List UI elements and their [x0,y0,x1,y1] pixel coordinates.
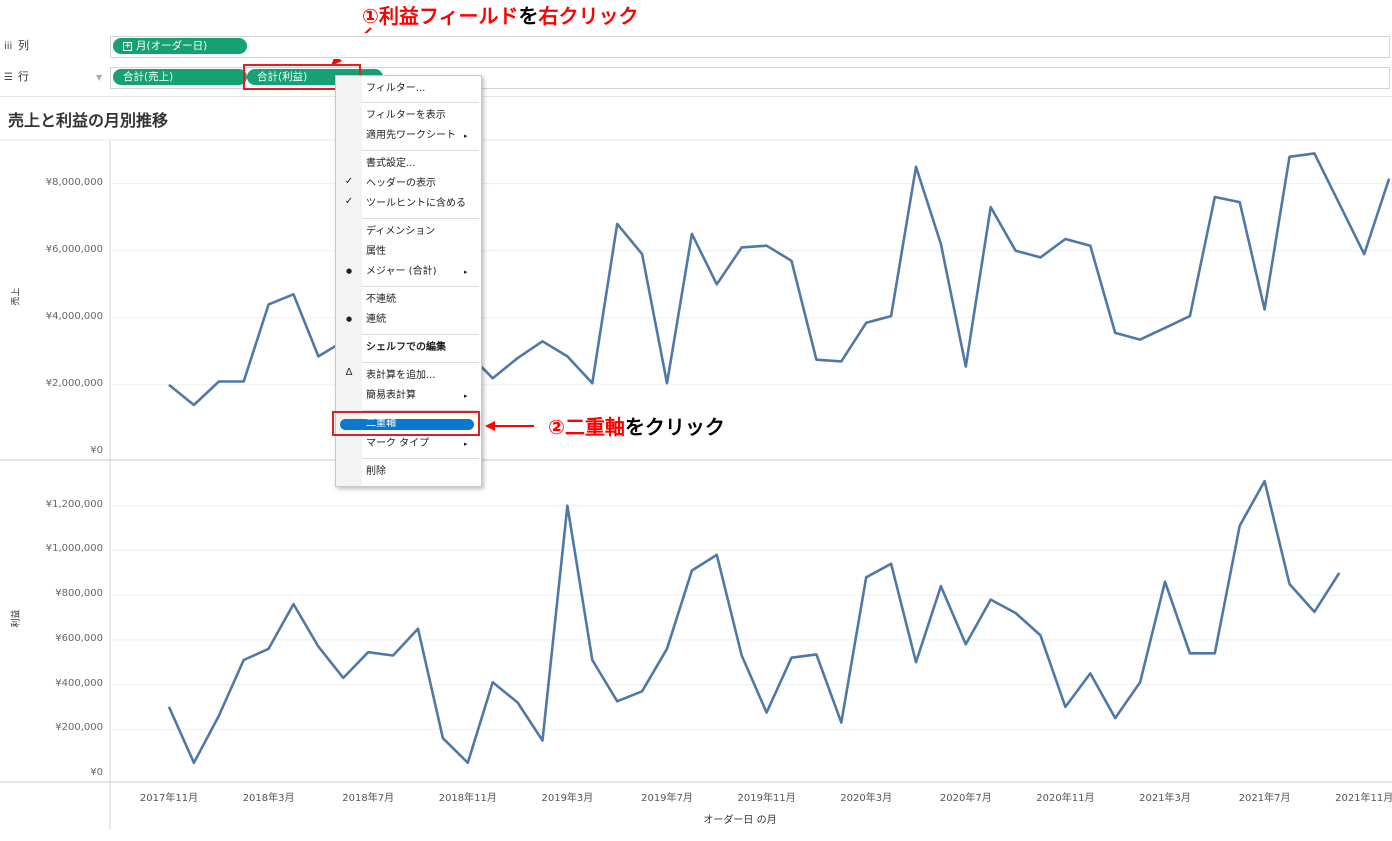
x-tick-label: 2018年11月 [438,793,497,804]
y-tick-label: ¥200,000 [55,722,103,734]
menu-separator [362,150,479,151]
series-line-1 [167,479,1341,765]
menu-item-show-filter[interactable]: フィルターを表示 [366,107,446,125]
menu-separator [362,218,479,219]
menu-item-edit-in-shelf[interactable]: シェルフでの編集 [366,339,446,357]
annotation-step2: ②二重軸をクリック [548,411,725,440]
x-tick-label: 2021年3月 [1139,793,1191,804]
menu-item-add-table-calc[interactable]: 表計算を追加... [366,367,436,385]
highlight-box-dual-axis [332,411,480,436]
submenu-arrow-icon: ▸ [464,268,468,276]
y-tick-label: ¥4,000,000 [45,310,103,322]
y-tick-label: ¥8,000,000 [45,176,103,188]
y-tick-label: ¥2,000,000 [45,377,103,389]
delta-icon: Δ [345,367,353,378]
y-tick-label: ¥1,000,000 [45,543,103,555]
x-tick-label: 2021年11月 [1335,793,1392,804]
menu-separator [362,334,479,335]
y-axis-title: 売上 [11,287,22,306]
x-tick-label: 2018年3月 [242,793,295,804]
menu-item-delete[interactable]: 削除 [366,463,386,481]
menu-separator [362,458,479,459]
x-axis-title: オーダー日 の月 [703,815,777,826]
check-icon: ✓ [344,196,354,207]
menu-item-discrete[interactable]: 不連続 [366,291,396,309]
y-tick-label: ¥800,000 [55,588,103,600]
x-tick-label: 2017年11月 [139,793,199,804]
y-tick-label: ¥600,000 [55,632,103,644]
x-tick-label: 2020年7月 [939,793,992,804]
bullet-icon: ● [345,267,353,275]
x-tick-label: 2020年3月 [840,793,893,804]
menu-item-attribute[interactable]: 属性 [366,243,386,261]
y-tick-label: ¥6,000,000 [45,243,103,255]
menu-separator [362,286,479,287]
x-tick-label: 2019年7月 [641,793,693,804]
menu-item-mark-type[interactable]: マーク タイプ [366,435,429,453]
y-tick-label: ¥0 [90,767,103,778]
annotation-step2-rest: をクリック [624,415,725,439]
y-axis-title: 利益 [11,608,22,628]
menu-item-continuous[interactable]: 連続 [366,311,386,329]
x-tick-label: 2019年11月 [737,793,796,804]
bullet-icon: ● [345,315,353,323]
y-tick-label: ¥0 [90,445,103,456]
annotation-step2-num: ② [548,415,565,439]
menu-item-filter[interactable]: フィルター... [366,80,425,98]
menu-item-quick-table-calc[interactable]: 簡易表計算 [366,387,416,405]
menu-item-dimension[interactable]: ディメンション [366,223,435,241]
menu-item-format[interactable]: 書式設定... [366,155,416,173]
check-icon: ✓ [344,176,354,187]
menu-item-apply-to-worksheets[interactable]: 適用先ワークシート [366,127,456,145]
submenu-arrow-icon: ▸ [464,132,468,140]
x-tick-label: 2020年11月 [1036,793,1095,804]
submenu-arrow-icon: ▸ [464,392,468,400]
menu-item-measure-sum[interactable]: メジャー (合計) [366,263,436,281]
x-tick-label: 2021年7月 [1238,793,1291,804]
menu-item-include-in-tooltip[interactable]: ツールヒントに含める [366,195,466,213]
menu-separator [362,102,479,103]
x-tick-label: 2018年7月 [342,793,395,804]
menu-item-show-header[interactable]: ヘッダーの表示 [366,175,436,193]
annotation-step2-red: 二重軸 [564,415,625,439]
y-tick-label: ¥1,200,000 [45,498,103,510]
y-tick-label: ¥400,000 [55,677,103,689]
menu-separator [362,362,479,363]
annotation-arrow-2 [485,421,534,431]
submenu-arrow-icon: ▸ [464,440,468,448]
x-tick-label: 2019年3月 [541,793,594,804]
